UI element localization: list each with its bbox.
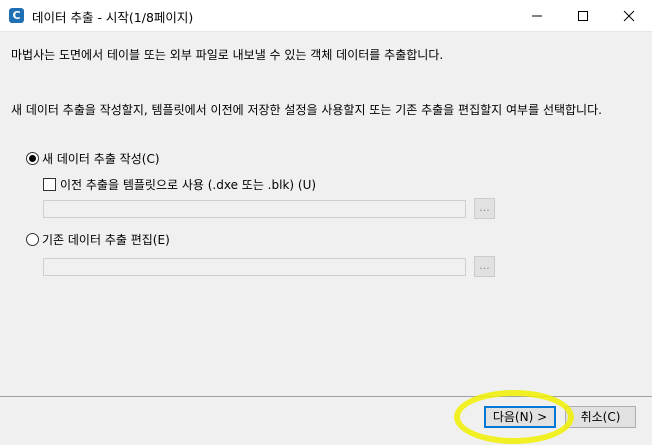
edit-extraction-radio[interactable] (26, 233, 39, 246)
wizard-content: 마법사는 도면에서 테이블 또는 외부 파일로 내보낼 수 있는 객체 데이터를… (0, 32, 652, 396)
minimize-icon (532, 15, 542, 17)
wizard-footer: 다음(N) > 취소(C) (0, 397, 652, 445)
question-text: 새 데이터 추출을 작성할지, 템플릿에서 이전에 저장한 설정을 사용할지 또… (11, 103, 602, 117)
close-icon (623, 10, 635, 22)
close-button[interactable] (606, 0, 652, 32)
data-extraction-dialog: C 데이터 추출 - 시작(1/8페이지) 마법사는 도면에서 테이블 또는 외… (0, 0, 652, 445)
existing-extraction-browse-button[interactable]: ... (474, 256, 495, 277)
use-template-checkbox[interactable] (43, 178, 56, 191)
existing-extraction-path-field[interactable] (43, 258, 466, 276)
new-extraction-label[interactable]: 새 데이터 추출 작성(C) (42, 150, 160, 167)
cancel-button[interactable]: 취소(C) (565, 406, 636, 428)
template-path-field[interactable] (43, 200, 466, 218)
template-browse-button[interactable]: ... (474, 198, 495, 219)
edit-extraction-label[interactable]: 기존 데이터 추출 편집(E) (42, 231, 170, 248)
window-title: 데이터 추출 - 시작(1/8페이지) (32, 10, 194, 25)
minimize-button[interactable] (514, 0, 560, 32)
app-icon: C (9, 8, 24, 23)
intro-text: 마법사는 도면에서 테이블 또는 외부 파일로 내보낼 수 있는 객체 데이터를… (11, 48, 444, 62)
new-extraction-radio[interactable] (26, 152, 39, 165)
maximize-button[interactable] (560, 0, 606, 32)
next-button[interactable]: 다음(N) > (484, 406, 556, 428)
use-template-label[interactable]: 이전 추출을 템플릿으로 사용 (.dxe 또는 .blk) (U) (60, 176, 316, 193)
maximize-icon (578, 11, 588, 21)
radio-selected-dot (29, 155, 36, 162)
title-bar: C 데이터 추출 - 시작(1/8페이지) (0, 0, 652, 32)
